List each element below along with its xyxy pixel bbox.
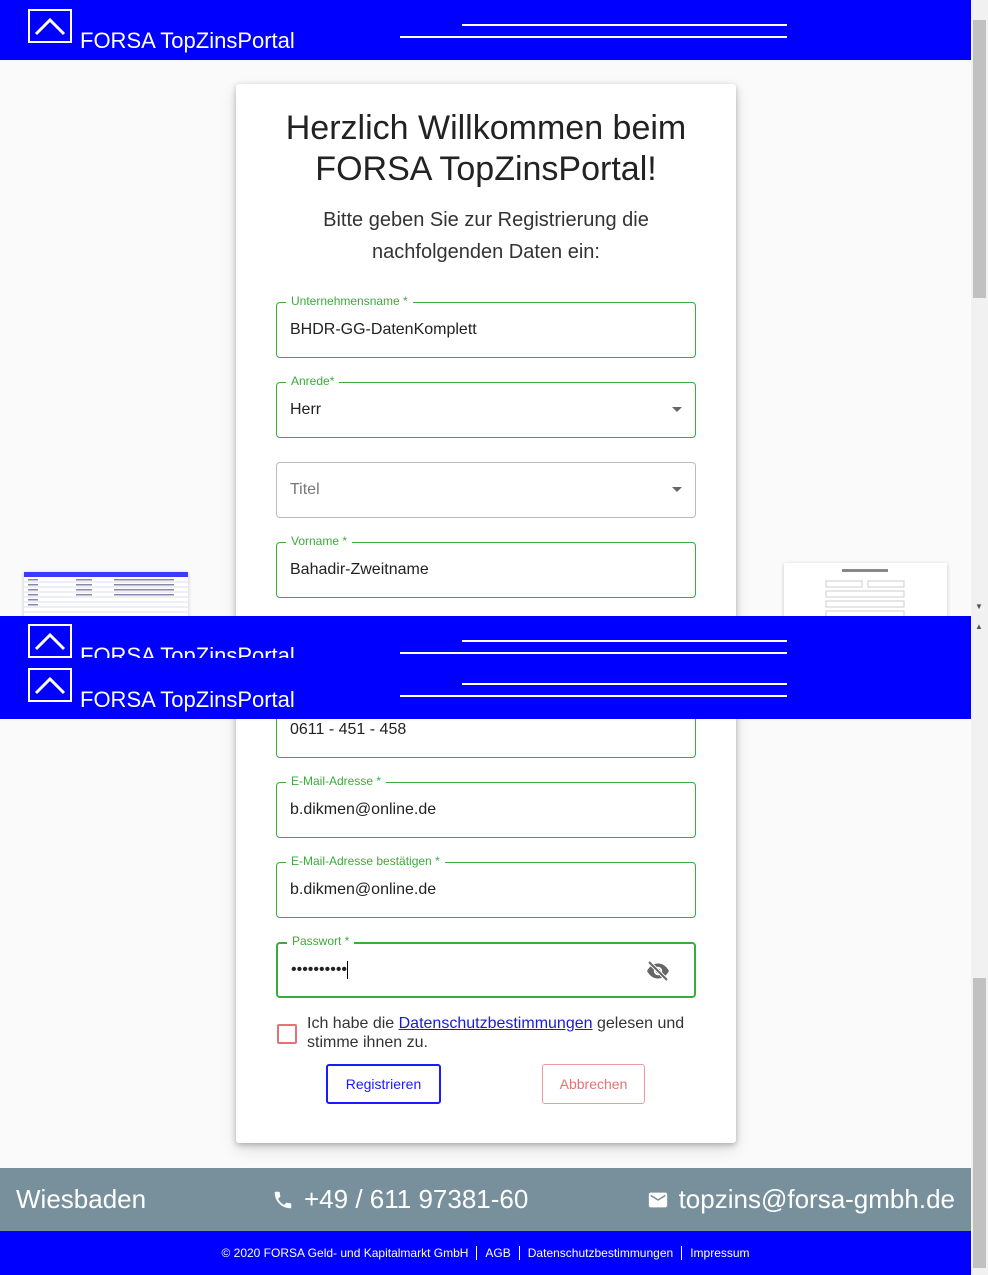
footer-agb-link[interactable]: AGB [485,1246,510,1260]
salutation-label: Anrede* [286,374,340,388]
email-field[interactable]: E-Mail-Adresse * b.dikmen@online.de [276,774,696,838]
preview-thumbnail-form[interactable] [784,563,947,620]
subtitle-line: Bitte geben Sie zur Registrierung die [323,209,649,231]
subtitle-line: nachfolgenden Daten ein: [372,241,600,263]
scrollbar-thumb[interactable] [973,20,986,298]
email-confirm-label: E-Mail-Adresse bestätigen * [286,854,445,868]
menu-line[interactable] [400,36,787,38]
firstname-field[interactable]: Vorname * Bahadir-Zweitname [276,534,696,598]
eye-off-icon[interactable] [646,959,670,988]
phone-value[interactable]: 0611 - 451 - 458 [290,721,406,739]
page-subtitle: Bitte geben Sie zur Registrierung die na… [236,204,736,268]
footer-legal-bar: © 2020 FORSA Geld- und Kapitalmarkt GmbH… [0,1231,971,1275]
preview-thumbnail-table[interactable] [24,572,188,620]
password-value[interactable]: •••••••••• [291,961,349,979]
consent-text-start: Ich habe die [307,1015,399,1032]
salutation-select[interactable]: Anrede* Herr [276,374,696,438]
dropdown-caret-icon[interactable] [672,487,682,492]
footer-email[interactable]: topzins@forsa-gmbh.de [647,1184,955,1215]
footer-phone-number[interactable]: +49 / 611 97381-60 [304,1184,528,1215]
footer-divider [681,1246,683,1260]
title-placeholder[interactable]: Titel [290,481,320,499]
footer-privacy-link[interactable]: Datenschutzbestimmungen [528,1246,673,1260]
scrollbar-thumb[interactable] [973,978,986,1268]
email-confirm-field[interactable]: E-Mail-Adresse bestätigen * b.dikmen@onl… [276,854,696,918]
company-name-field[interactable]: Unternehmensname * BHDR-GG-DatenKomplett [276,294,696,358]
email-value[interactable]: b.dikmen@online.de [290,801,436,819]
page-title: Herzlich Willkommen beim FORSA TopZinsPo… [236,108,736,190]
title-line: Herzlich Willkommen beim [285,109,687,147]
email-label: E-Mail-Adresse * [286,774,387,788]
phone-icon [274,1191,292,1208]
footer-city: Wiesbaden [16,1184,147,1214]
header-bar: FORSA TopZinsPortal [0,0,971,60]
registration-card: Herzlich Willkommen beim FORSA TopZinsPo… [236,84,736,1143]
firstname-value[interactable]: Bahadir-Zweitname [290,561,429,579]
salutation-value[interactable]: Herr [290,401,321,419]
logo-icon[interactable] [28,668,72,702]
menu-line[interactable] [400,695,787,697]
firstname-label: Vorname * [286,534,353,548]
menu-line[interactable] [400,652,787,654]
footer-divider [476,1246,478,1260]
menu-line[interactable] [462,683,787,685]
company-name-label: Unternehmensname * [286,294,413,308]
menu-line[interactable] [462,24,787,26]
footer-email-address[interactable]: topzins@forsa-gmbh.de [679,1184,955,1215]
register-button[interactable]: Registrieren [326,1064,441,1104]
password-dots: •••••••••• [291,961,348,979]
menu-line[interactable] [462,640,787,642]
title-select[interactable]: Titel [276,462,696,518]
password-field[interactable]: Passwort * •••••••••• [276,934,696,998]
brand-name[interactable]: FORSA TopZinsPortal [80,28,295,54]
cancel-button[interactable]: Abbrechen [542,1064,645,1104]
mail-icon [648,1192,667,1207]
dropdown-caret-icon[interactable] [672,407,682,412]
consent-text: Ich habe die Datenschutzbestimmungen gel… [307,1014,687,1052]
brand-name[interactable]: FORSA TopZinsPortal [80,643,295,658]
logo-icon[interactable] [28,9,72,43]
footer-contact-bar: Wiesbaden +49 / 611 97381-60 topzins@for… [0,1168,971,1231]
consent-checkbox[interactable] [277,1024,297,1044]
brand-name[interactable]: FORSA TopZinsPortal [80,687,295,713]
footer-imprint-link[interactable]: Impressum [690,1246,749,1260]
footer-copyright: © 2020 FORSA Geld- und Kapitalmarkt GmbH [221,1246,469,1260]
email-confirm-value[interactable]: b.dikmen@online.de [290,881,436,899]
footer-divider [518,1246,520,1260]
scroll-down-arrow-icon[interactable]: ▼ [975,602,983,611]
privacy-policy-link[interactable]: Datenschutzbestimmungen [399,1015,593,1032]
header-bar-overlay: FORSA TopZinsPortal FORSA TopZinsPortal [0,616,971,719]
text-cursor [347,961,349,979]
scroll-up-arrow-icon[interactable]: ▲ [975,622,983,631]
company-name-value[interactable]: BHDR-GG-DatenKomplett [290,321,477,339]
password-label: Passwort * [287,934,355,948]
footer-phone[interactable]: +49 / 611 97381-60 [272,1184,528,1215]
logo-icon[interactable] [28,624,72,658]
title-line: FORSA TopZinsPortal! [315,150,657,188]
